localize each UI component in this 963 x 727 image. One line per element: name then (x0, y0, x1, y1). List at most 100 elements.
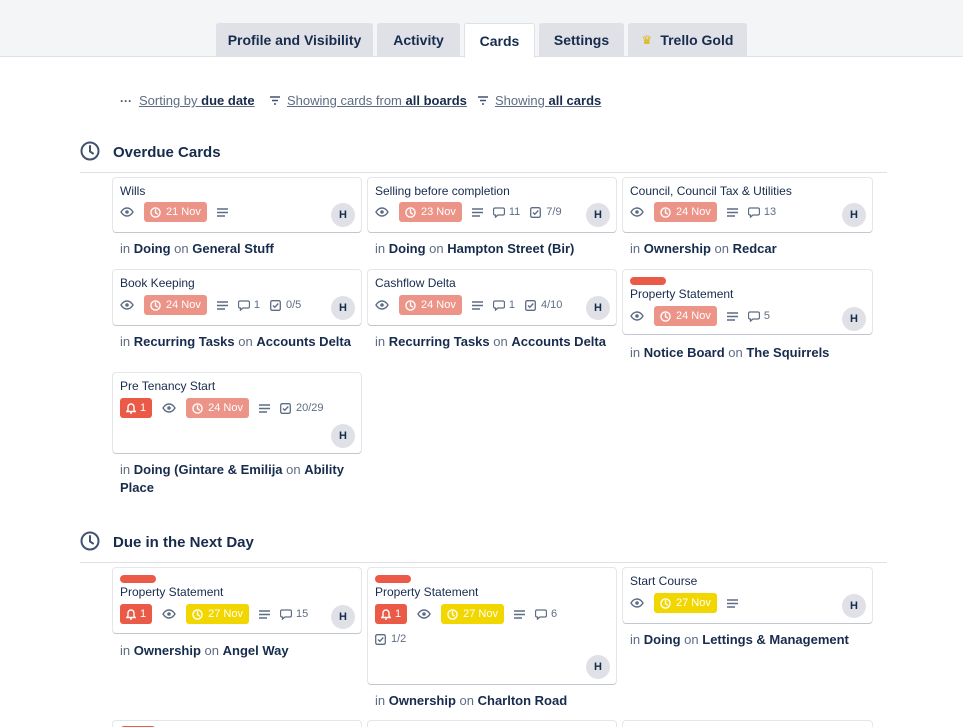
list-name[interactable]: Ownership (134, 643, 201, 658)
avatar[interactable]: H (586, 655, 610, 679)
board-name[interactable]: Hampton Street (Bir) (447, 241, 574, 256)
overdue-section-header: Overdue Cards (80, 141, 887, 173)
card[interactable]: Property Statement 24 Nov 5 H (623, 270, 872, 334)
list-name[interactable]: Notice Board (644, 345, 725, 360)
due-date-badge[interactable]: 24 Nov (399, 295, 462, 315)
watch-eye-icon (120, 207, 134, 217)
tab-activity[interactable]: Activity (377, 23, 460, 57)
card-location: in Ownership on Angel Way (120, 642, 360, 660)
avatar[interactable]: H (331, 605, 355, 629)
card[interactable]: Council, Council Tax & Utilities 24 Nov 13… (623, 178, 872, 232)
notification-badge[interactable]: 1 (375, 604, 408, 624)
due-clock-icon (660, 597, 671, 609)
list-name[interactable]: Doing (644, 632, 681, 647)
in-text: in (630, 241, 644, 256)
in-text: in (120, 643, 134, 658)
due-date-badge[interactable]: 27 Nov (654, 593, 717, 613)
in-text: in (375, 334, 389, 349)
list-name[interactable]: Recurring Tasks (134, 334, 235, 349)
checklist-icon (375, 633, 386, 645)
board-name[interactable]: Redcar (733, 241, 777, 256)
board-name[interactable]: The Squirrels (746, 345, 829, 360)
on-text: on (425, 241, 448, 256)
card[interactable] (623, 721, 872, 727)
list-name[interactable]: Ownership (644, 241, 711, 256)
card[interactable]: Cashflow Delta 24 Nov 1 4/10 H (368, 270, 616, 325)
list-name[interactable]: Recurring Tasks (389, 334, 490, 349)
comments-count: 5 (763, 310, 770, 322)
list-name[interactable]: Doing (Gintare & Emilija (134, 462, 283, 477)
description-badge (471, 300, 483, 310)
due-date-badge[interactable]: 24 Nov (186, 398, 249, 418)
board-name[interactable]: Charlton Road (478, 693, 568, 708)
card-title: Property Statement (375, 585, 479, 599)
tab-cards[interactable]: Cards (464, 23, 535, 58)
sort-filter[interactable]: ··· Sorting by due date (120, 93, 255, 108)
card-location: in Ownership on Redcar (630, 240, 870, 258)
list-name[interactable]: Doing (389, 241, 426, 256)
avatar[interactable]: H (586, 296, 610, 320)
board-name[interactable]: Lettings & Management (702, 632, 849, 647)
card[interactable]: Property Statement 1 27 Nov 6 1/2 H (368, 568, 616, 684)
due-date-badge[interactable]: 27 Nov (186, 604, 249, 624)
comment-icon (747, 206, 760, 218)
due-date-badge[interactable]: 24 Nov (144, 295, 207, 315)
board-name[interactable]: Accounts Delta (256, 334, 351, 349)
cards-filter[interactable]: Showing all cards (478, 93, 601, 108)
card[interactable] (113, 721, 361, 727)
card-badges: 23 Nov 11 7/9 (375, 202, 572, 222)
card[interactable] (368, 721, 616, 727)
tab-bar: Profile and Visibility Activity Cards Se… (0, 0, 963, 58)
card-location: in Recurring Tasks on Accounts Delta (120, 333, 360, 351)
due-date-badge[interactable]: 23 Nov (399, 202, 462, 222)
card[interactable]: Start Course 27 Nov H (623, 568, 872, 623)
card[interactable]: Book Keeping 24 Nov 1 0/5 H (113, 270, 361, 325)
checklist-count: 20/29 (295, 402, 324, 414)
avatar[interactable]: H (331, 296, 355, 320)
description-icon (216, 300, 228, 310)
list-name[interactable]: Doing (134, 241, 171, 256)
due-date-badge[interactable]: 27 Nov (441, 604, 504, 624)
card[interactable]: Wills 21 Nov H (113, 178, 361, 232)
card[interactable]: Pre Tenancy Start 1 24 Nov 20/29 H (113, 373, 361, 453)
comments-count: 1 (253, 299, 260, 311)
avatar[interactable]: H (586, 203, 610, 227)
boards-filter[interactable]: Showing cards from all boards (270, 93, 467, 108)
due-date-badge[interactable]: 24 Nov (654, 306, 717, 326)
card-badges: 1 27 Nov 6 (375, 604, 567, 624)
in-text: in (120, 334, 134, 349)
checklist-count: 4/10 (540, 299, 563, 311)
avatar[interactable]: H (331, 424, 355, 448)
notification-badge[interactable]: 1 (120, 604, 153, 624)
board-name[interactable]: Accounts Delta (511, 334, 606, 349)
list-name[interactable]: Ownership (389, 693, 456, 708)
boards-value: all boards (405, 93, 467, 108)
notification-badge[interactable]: 1 (120, 398, 153, 418)
card-badges: 24 Nov 5 (630, 306, 780, 326)
comment-icon (747, 310, 760, 322)
tab-trello-gold[interactable]: ♛ Trello Gold (628, 23, 747, 57)
card-location: in Doing on General Stuff (120, 240, 360, 258)
due-date-badge[interactable]: 24 Nov (654, 202, 717, 222)
board-name[interactable]: Angel Way (223, 643, 289, 658)
due-clock-icon (660, 206, 671, 218)
card[interactable]: Property Statement 1 27 Nov 15 H (113, 568, 361, 633)
tab-profile-and-visibility[interactable]: Profile and Visibility (216, 23, 373, 57)
checklist-icon (525, 299, 536, 311)
avatar[interactable]: H (842, 203, 866, 227)
card[interactable]: Selling before completion 23 Nov 11 7/9 H (368, 178, 616, 232)
board-name[interactable]: General Stuff (192, 241, 274, 256)
due-date-text: 24 Nov (676, 206, 711, 218)
due-date-badge[interactable]: 21 Nov (144, 202, 207, 222)
avatar[interactable]: H (842, 307, 866, 331)
watch-eye-icon (417, 609, 431, 619)
comments-count: 11 (508, 206, 521, 218)
tab-settings[interactable]: Settings (539, 23, 624, 57)
crown-icon: ♛ (641, 33, 653, 47)
description-badge (726, 311, 738, 321)
avatar[interactable]: H (842, 594, 866, 618)
description-icon (471, 207, 483, 217)
notification-count: 1 (395, 608, 402, 620)
card-location: in Doing (Gintare & Emilija on Ability P… (120, 461, 360, 497)
avatar[interactable]: H (331, 203, 355, 227)
